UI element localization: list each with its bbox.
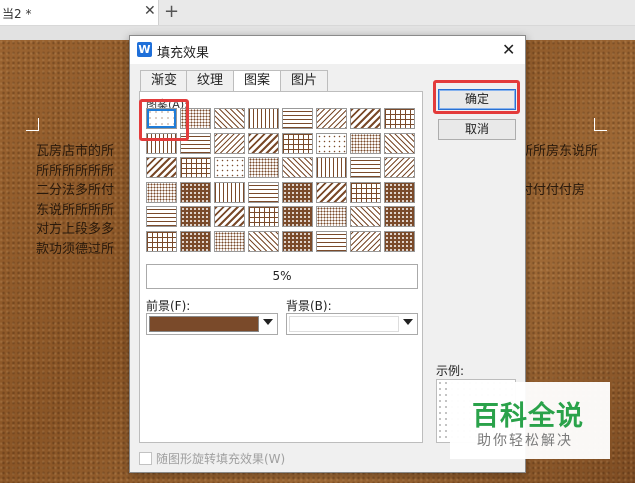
document-text-right: 所所房东说所 付付付付房 bbox=[520, 142, 630, 201]
tab-pattern[interactable]: 图案 bbox=[233, 70, 281, 92]
pattern-swatch[interactable] bbox=[214, 181, 245, 203]
watermark-subtitle: 助你轻松解决 bbox=[477, 433, 573, 449]
pattern-swatch[interactable] bbox=[146, 181, 177, 203]
foreground-color-swatch bbox=[149, 316, 259, 332]
pattern-swatch[interactable] bbox=[282, 206, 313, 227]
pattern-swatch[interactable] bbox=[248, 181, 279, 203]
highlight-selected-pattern bbox=[139, 99, 189, 141]
chevron-down-icon bbox=[403, 319, 413, 325]
text-line: 瓦房店市的所 bbox=[36, 144, 115, 159]
pattern-swatch[interactable] bbox=[282, 181, 313, 203]
pattern-swatch[interactable] bbox=[282, 132, 313, 154]
dialog-titlebar: W 填充效果 ✕ bbox=[130, 36, 525, 64]
pattern-swatch[interactable] bbox=[350, 206, 381, 227]
text-line: 所所所所所所 bbox=[36, 163, 115, 179]
pattern-swatch[interactable] bbox=[384, 108, 415, 129]
text-line: 东说所所所所 bbox=[36, 202, 115, 218]
pattern-swatch[interactable] bbox=[146, 206, 177, 227]
pattern-swatch[interactable] bbox=[248, 157, 279, 178]
pattern-swatch[interactable] bbox=[248, 230, 279, 252]
pattern-swatch[interactable] bbox=[248, 108, 279, 129]
close-tab-icon[interactable]: ✕ bbox=[144, 3, 156, 19]
pattern-swatch[interactable] bbox=[316, 230, 347, 252]
pattern-swatch[interactable] bbox=[214, 230, 245, 252]
dialog-title: 填充效果 bbox=[157, 46, 210, 61]
text-line: 所所房东说所 bbox=[520, 144, 599, 159]
rotate-checkbox[interactable] bbox=[139, 452, 152, 465]
pattern-swatch[interactable] bbox=[316, 132, 347, 154]
pattern-swatch[interactable] bbox=[350, 181, 381, 203]
new-tab-icon[interactable]: + bbox=[164, 1, 179, 22]
pattern-swatch[interactable] bbox=[350, 132, 381, 154]
pattern-swatch[interactable] bbox=[180, 206, 211, 227]
pattern-swatch[interactable] bbox=[384, 230, 415, 252]
baike-watermark: 百科全说 助你轻松解决 bbox=[450, 382, 610, 459]
pattern-swatch[interactable] bbox=[146, 157, 177, 178]
close-icon[interactable]: ✕ bbox=[502, 40, 515, 59]
background-color-swatch bbox=[289, 316, 399, 332]
text-line: 对方上段多多 bbox=[36, 222, 115, 237]
pattern-swatch[interactable] bbox=[180, 157, 211, 178]
background-label: 背景(B): bbox=[286, 299, 332, 313]
document-tab-title: 当2 * bbox=[2, 7, 32, 21]
pattern-swatch[interactable] bbox=[146, 230, 177, 252]
sample-label: 示例: bbox=[436, 364, 465, 378]
pattern-swatch[interactable] bbox=[214, 157, 245, 178]
wps-writer-icon: W bbox=[137, 42, 152, 57]
watermark-title: 百科全说 bbox=[472, 401, 584, 432]
margin-corner-left bbox=[26, 118, 39, 131]
pattern-swatch[interactable] bbox=[316, 181, 347, 203]
pattern-swatch[interactable] bbox=[384, 181, 415, 203]
pattern-swatch[interactable] bbox=[248, 206, 279, 227]
document-tab[interactable]: 当2 * ✕ bbox=[0, 0, 159, 25]
text-line: 二分法多所付 bbox=[36, 183, 115, 198]
pattern-swatch[interactable] bbox=[350, 230, 381, 252]
text-line: 款功须德过所 bbox=[36, 241, 115, 257]
pattern-swatch[interactable] bbox=[180, 181, 211, 203]
pattern-swatch[interactable] bbox=[282, 108, 313, 129]
rotate-with-shape-option[interactable]: 随图形旋转填充效果(W) bbox=[139, 450, 285, 467]
pattern-swatch[interactable] bbox=[214, 206, 245, 227]
tab-gradient[interactable]: 渐变 bbox=[140, 70, 188, 91]
highlight-ok-button bbox=[433, 80, 520, 114]
pattern-panel: 图案(A): 5% 前景(F): 背景(B): bbox=[139, 91, 423, 443]
pattern-swatch[interactable] bbox=[316, 206, 347, 227]
text-line bbox=[520, 162, 630, 182]
pattern-swatch[interactable] bbox=[350, 108, 381, 129]
pattern-swatch[interactable] bbox=[282, 230, 313, 252]
tab-picture[interactable]: 图片 bbox=[280, 70, 328, 91]
pattern-swatch[interactable] bbox=[384, 157, 415, 178]
pattern-swatch[interactable] bbox=[384, 206, 415, 227]
background-color-select[interactable] bbox=[286, 313, 418, 335]
document-text-left: 瓦房店市的所 所所所所所所 二分法多所付 东说所所所所 对方上段多多 款功须德过… bbox=[36, 142, 136, 259]
foreground-label: 前景(F): bbox=[146, 299, 191, 313]
pattern-swatch[interactable] bbox=[316, 108, 347, 129]
pattern-swatch[interactable] bbox=[214, 132, 245, 154]
pattern-swatch[interactable] bbox=[248, 132, 279, 154]
pattern-name-display: 5% bbox=[146, 264, 418, 289]
cancel-button[interactable]: 取消 bbox=[438, 119, 516, 140]
tab-bar: 当2 * ✕ + bbox=[0, 0, 635, 26]
pattern-swatch[interactable] bbox=[350, 157, 381, 178]
chevron-down-icon bbox=[263, 319, 273, 325]
text-line: 付付付付房 bbox=[520, 183, 586, 198]
margin-corner-right bbox=[594, 118, 607, 131]
pattern-swatch[interactable] bbox=[282, 157, 313, 178]
tab-texture[interactable]: 纹理 bbox=[186, 70, 234, 91]
pattern-swatch[interactable] bbox=[180, 230, 211, 252]
pattern-swatch[interactable] bbox=[316, 157, 347, 178]
pattern-swatch[interactable] bbox=[214, 108, 245, 129]
pattern-swatch[interactable] bbox=[384, 132, 415, 154]
rotate-label: 随图形旋转填充效果(W) bbox=[156, 452, 286, 466]
foreground-color-select[interactable] bbox=[146, 313, 278, 335]
